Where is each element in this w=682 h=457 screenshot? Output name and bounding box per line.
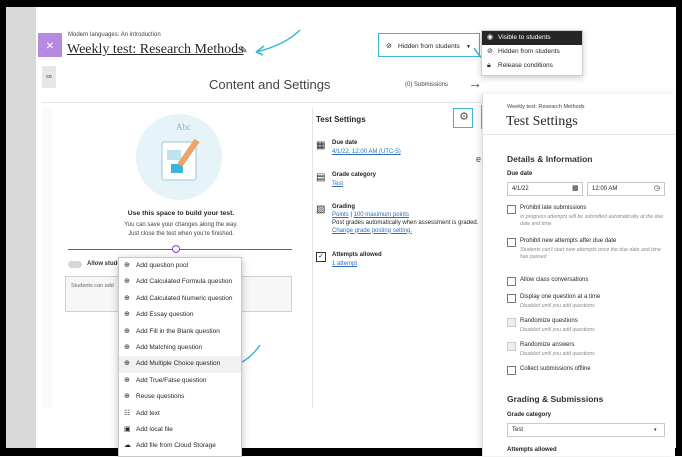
plus-circle-icon: ⊕ [124,327,130,335]
randomize-questions-label: Randomize questions [520,318,578,324]
file-icon: ▣ [124,425,131,433]
eye-icon: ◉ [487,34,494,41]
one-question-label: Display one question at a time [520,294,601,300]
prohibit-new-checkbox[interactable] [507,238,516,247]
prohibit-late-sub: In progress attempts will be submitted a… [520,214,664,227]
randomize-answers-sub: Disabled until you add questions [520,351,595,357]
grade-category-value: Test [512,427,524,433]
menu-reuse-questions[interactable]: ⊕ Reuse questions [119,389,241,405]
randomize-questions-sub: Disabled until you add questions [520,327,595,333]
menu-item-label: Add Essay question [136,311,194,319]
cloud-icon: ☁ [124,442,131,450]
menu-item-label: Add True/False question [136,376,207,384]
menu-item-label: Add Multiple Choice question [136,360,221,368]
plus-circle-icon: ⊕ [124,393,130,401]
collect-offline-checkbox[interactable] [507,366,516,375]
menu-item-label: Add file from Cloud Storage [136,442,216,450]
menu-add-matching[interactable]: ⊕ Add Matching question [119,340,241,356]
menu-add-cloud-file[interactable]: ☁ Add file from Cloud Storage [119,438,241,454]
plus-circle-icon: ⊕ [124,278,130,286]
menu-item-label: Add Fill in the Blank question [136,327,220,335]
add-content-menu: ⊕ Add question pool ⊕ Add Calculated Formu… [118,257,242,457]
one-question-checkbox[interactable] [507,294,516,303]
plus-circle-icon: ⊕ [124,311,130,319]
collect-offline-label: Collect submissions offline [520,366,591,372]
plus-circle-icon: ⊕ [124,294,130,302]
prohibit-new-sub: Students can't start new attempts once t… [520,247,661,260]
text-icon: ☷ [124,409,131,417]
attempts-field-label: Attempts allowed [507,447,557,453]
prohibit-new-label: Prohibit new attempts after due date [520,238,617,244]
menu-item-label: Add question pool [136,262,189,269]
settings-breadcrumb: Weekly test: Research Methods [507,104,585,110]
time-input[interactable]: 12:00 AM ◷ [587,182,665,196]
visibility-option-visible[interactable]: ◉ Visible to students [482,31,582,45]
menu-item-label: Add Calculated Numeric question [136,294,233,302]
test-settings-panel: Weekly test: Research Methods Test Setti… [482,94,675,456]
date-value: 4/1/22 [512,186,529,192]
class-conversations-label: Allow class conversations [520,277,589,283]
menu-item-label: Add Matching question [136,343,203,351]
grade-category-field-label: Grade category [507,412,552,418]
section-grading: Grading & Submissions [507,394,604,404]
time-value: 12:00 AM [592,186,618,192]
randomize-answers-checkbox[interactable] [507,342,516,351]
menu-item-label: Add local file [136,425,173,433]
plus-circle-icon: ⊕ [124,343,130,351]
settings-title: Test Settings [506,114,578,129]
partial-text: e [476,154,482,164]
menu-add-text[interactable]: ☷ Add text [119,406,241,422]
class-conversations-checkbox[interactable] [507,277,516,286]
randomize-answers-label: Randomize answers [520,342,575,348]
calendar-icon: ▦ [572,185,579,192]
menu-item-label: Add Calculated Formula question [136,278,233,286]
menu-add-fill-blank[interactable]: ⊕ Add Fill in the Blank question [119,324,241,340]
plus-circle-icon: ⊕ [124,262,130,269]
menu-add-question-pool[interactable]: ⊕ Add question pool [119,258,241,274]
visibility-option-hidden[interactable]: ⊘ Hidden from students [482,45,582,59]
plus-circle-icon: ⊕ [124,360,130,368]
date-input[interactable]: 4/1/22 ▦ [507,182,583,196]
menu-add-calculated-numeric[interactable]: ⊕ Add Calculated Numeric question [119,291,241,307]
eye-slash-icon: ⊘ [487,48,493,55]
randomize-questions-checkbox[interactable] [507,318,516,327]
prohibit-late-checkbox[interactable] [507,205,516,214]
visibility-option-label: Hidden from students [498,48,560,55]
settings-divider [483,134,675,135]
visibility-option-release[interactable]: 🔒︎ Release conditions [482,59,582,73]
menu-add-essay[interactable]: ⊕ Add Essay question [119,307,241,323]
grade-category-select[interactable]: Test ▾ [507,423,665,437]
menu-item-label: Reuse questions [136,393,185,401]
visibility-option-label: Release conditions [498,62,553,69]
plus-circle-icon: ⊕ [124,376,130,384]
lock-icon: 🔒︎ [487,62,491,69]
one-question-sub: Disabled until you add questions [520,303,595,309]
menu-item-label: Add text [136,409,160,417]
menu-add-calculated-formula[interactable]: ⊕ Add Calculated Formula question [119,274,241,290]
menu-add-multiple-choice[interactable]: ⊕ Add Multiple Choice question [119,356,241,373]
chevron-down-icon: ▾ [654,427,657,433]
section-details: Details & Information [507,154,593,164]
visibility-option-label: Visible to students [498,34,551,41]
due-date-field-label: Due date [507,171,533,177]
clock-icon: ◷ [654,185,661,192]
prohibit-late-label: Prohibit late submissions [520,205,587,211]
visibility-menu: ◉ Visible to students ⊘ Hidden from stud… [481,30,583,76]
menu-add-true-false[interactable]: ⊕ Add True/False question [119,373,241,389]
menu-add-local-file[interactable]: ▣ Add local file [119,422,241,438]
